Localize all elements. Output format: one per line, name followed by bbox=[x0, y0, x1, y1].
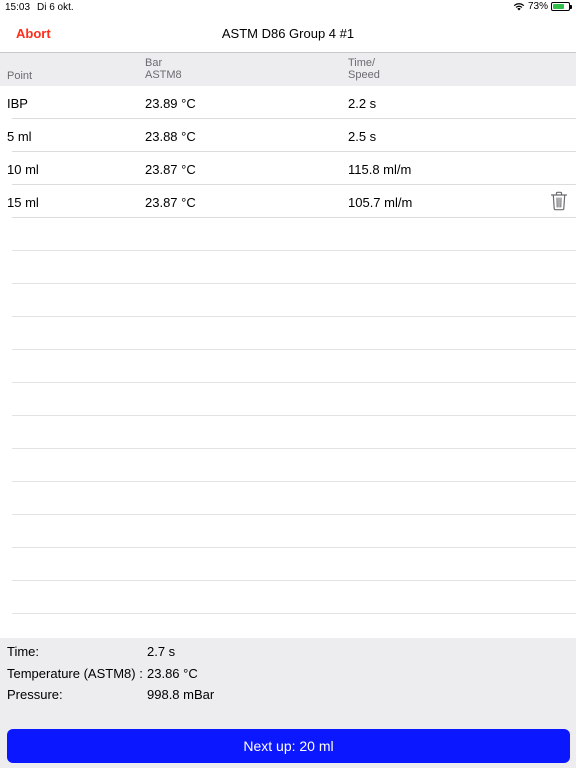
time-label: Time: bbox=[7, 644, 40, 659]
status-date: Di 6 okt. bbox=[37, 2, 74, 13]
row-time-speed: 115.8 ml/m bbox=[348, 162, 412, 177]
row-point: 15 ml bbox=[7, 195, 39, 210]
row-point: IBP bbox=[7, 96, 28, 111]
pressure-label: Pressure: bbox=[7, 687, 63, 702]
status-indicators: 73% bbox=[513, 1, 572, 12]
temperature-value: 23.86 °C bbox=[147, 666, 198, 681]
row-separator bbox=[12, 250, 576, 251]
row-separator bbox=[12, 283, 576, 284]
row-separator bbox=[12, 613, 576, 614]
pressure-value: 998.8 mBar bbox=[147, 687, 215, 702]
table-row[interactable]: 5 ml 23.88 °C 2.5 s bbox=[0, 119, 576, 152]
next-up-button[interactable]: Next up: 20 ml bbox=[7, 729, 570, 763]
column-header-speed: Speed bbox=[348, 69, 380, 81]
table-header: Point Bar ASTM8 Time/ Speed bbox=[0, 53, 576, 86]
trash-icon[interactable] bbox=[550, 191, 568, 211]
row-temperature: 23.87 °C bbox=[145, 162, 196, 177]
row-time-speed: 2.5 s bbox=[348, 129, 377, 144]
row-time-speed: 2.2 s bbox=[348, 96, 377, 111]
status-time: 15:03 bbox=[5, 2, 31, 13]
time-value: 2.7 s bbox=[147, 644, 176, 659]
page-title: ASTM D86 Group 4 #1 bbox=[221, 26, 355, 41]
row-separator bbox=[12, 481, 576, 482]
row-time-speed: 105.7 ml/m bbox=[348, 195, 413, 210]
row-temperature: 23.87 °C bbox=[145, 195, 196, 210]
row-temperature: 23.88 °C bbox=[145, 129, 196, 144]
row-point: 5 ml bbox=[7, 129, 32, 144]
row-separator bbox=[12, 349, 576, 350]
row-separator bbox=[12, 514, 576, 515]
row-separator bbox=[12, 547, 576, 548]
table-row[interactable]: 15 ml 23.87 °C 105.7 ml/m bbox=[0, 185, 576, 218]
column-header-time: Time/ bbox=[348, 57, 376, 69]
row-separator bbox=[12, 580, 576, 581]
table-row[interactable]: 10 ml 23.87 °C 115.8 ml/m bbox=[0, 152, 576, 185]
row-separator bbox=[12, 415, 576, 416]
navigation-bar: Abort ASTM D86 Group 4 #1 bbox=[0, 16, 576, 53]
row-separator bbox=[12, 382, 576, 383]
wifi-icon bbox=[513, 3, 525, 11]
battery-icon bbox=[551, 2, 572, 11]
battery-percentage: 73% bbox=[527, 1, 548, 12]
column-header-bar: Bar bbox=[145, 57, 163, 69]
column-header-astm8: ASTM8 bbox=[145, 69, 182, 81]
row-point: 10 ml bbox=[7, 162, 39, 177]
row-separator bbox=[12, 448, 576, 449]
battery-cap bbox=[570, 5, 572, 9]
row-temperature: 23.89 °C bbox=[145, 96, 196, 111]
column-header-point: Point bbox=[7, 70, 33, 82]
status-bar: 15:03 Di 6 okt. 73% bbox=[0, 0, 576, 16]
battery-fill bbox=[553, 4, 564, 9]
table-row[interactable]: IBP 23.89 °C 2.2 s bbox=[0, 86, 576, 119]
row-separator bbox=[12, 316, 576, 317]
temperature-label: Temperature (ASTM8) : bbox=[7, 666, 143, 681]
